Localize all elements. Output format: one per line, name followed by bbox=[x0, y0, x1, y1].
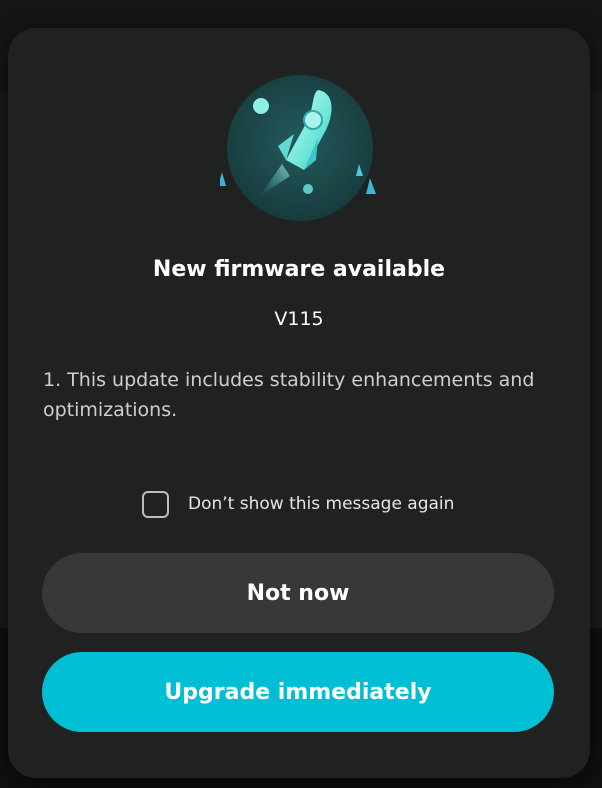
dialog-title: New firmware available bbox=[152, 257, 446, 282]
firmware-version: V115 bbox=[274, 308, 324, 330]
firmware-update-dialog: New firmware available V115 1. This upda… bbox=[8, 28, 590, 778]
dont-show-again-label: Don’t show this message again bbox=[188, 494, 455, 514]
not-now-button[interactable]: Not now bbox=[42, 553, 554, 633]
dont-show-again-option[interactable]: Don’t show this message again bbox=[142, 488, 454, 520]
upgrade-immediately-button[interactable]: Upgrade immediately bbox=[42, 652, 554, 732]
dont-show-again-checkbox[interactable] bbox=[142, 490, 169, 518]
rocket-icon bbox=[220, 75, 376, 221]
release-notes: 1. This update includes stability enhanc… bbox=[43, 369, 535, 421]
